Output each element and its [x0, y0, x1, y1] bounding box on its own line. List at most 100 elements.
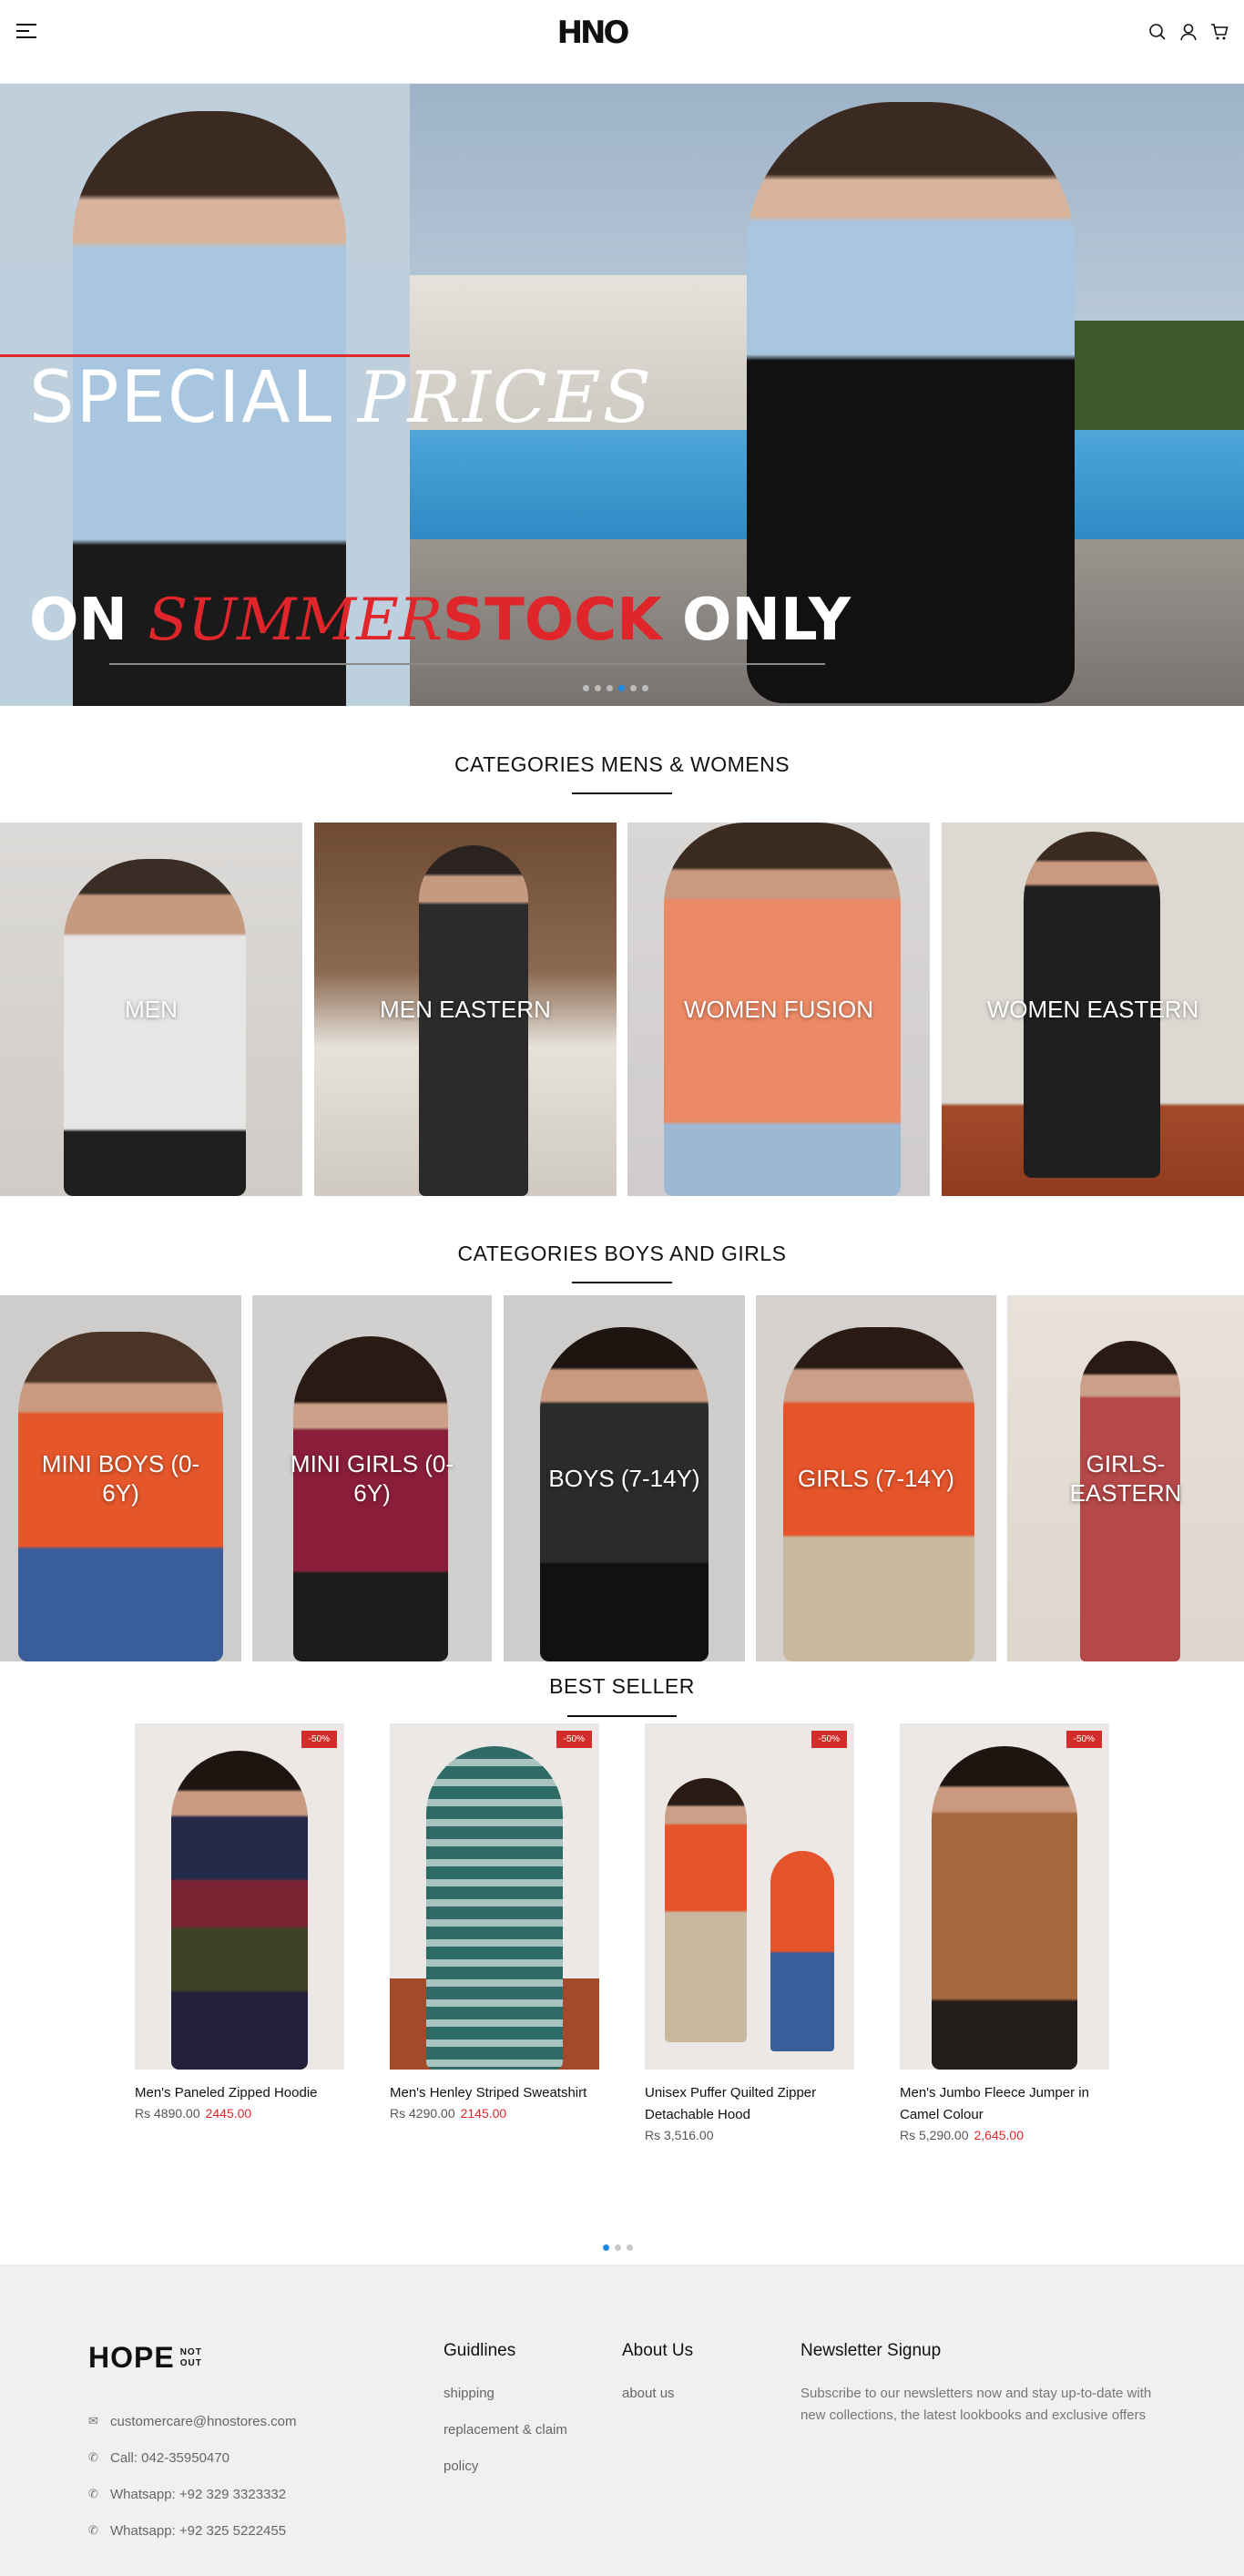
section-title-mens-womens: CATEGORIES MENS & WOMENS — [454, 752, 790, 776]
product-name[interactable]: Unisex Puffer Quilted Zipper Detachable … — [645, 2082, 854, 2126]
category-tile-mini-boys[interactable]: MINI BOYS (0-6Y) — [0, 1295, 241, 1661]
category-label: MEN EASTERN — [380, 996, 551, 1023]
hero-slider-dot[interactable] — [583, 685, 589, 691]
category-label: WOMEN FUSION — [684, 996, 873, 1023]
hero-divider — [109, 663, 825, 665]
category-tile-boys[interactable]: BOYS (7-14Y) — [504, 1295, 745, 1661]
section-underline — [567, 1715, 677, 1717]
product-image[interactable]: -50% — [645, 1723, 854, 2070]
product-card[interactable]: -50% Unisex Puffer Quilted Zipper Detach… — [645, 1723, 854, 2142]
product-price: Rs 4890.00 2445.00 — [135, 2106, 344, 2121]
product-name[interactable]: Men's Henley Striped Sweatshirt — [390, 2082, 599, 2104]
footer-logo-not: NOT — [179, 2346, 202, 2357]
category-tile-mini-girls[interactable]: MINI GIRLS (0-6Y) — [252, 1295, 492, 1661]
category-label: GIRLS-EASTERN — [1069, 1450, 1182, 1507]
footer-logo[interactable]: HOPE NOT OUT — [88, 2341, 202, 2375]
search-icon[interactable] — [1147, 22, 1168, 42]
hero-slider-dot[interactable] — [642, 685, 648, 691]
product-model — [426, 1746, 563, 2070]
discount-badge: -50% — [1066, 1731, 1102, 1748]
section-underline — [572, 792, 672, 794]
category-tile-men-eastern[interactable]: MEN EASTERN — [314, 823, 617, 1196]
discount-badge: -50% — [811, 1731, 847, 1748]
product-image[interactable]: -50% — [135, 1723, 344, 2070]
contact-email[interactable]: ✉ customercare@hnostores.com — [88, 2403, 296, 2439]
product-model — [665, 1778, 747, 2042]
footer-logo-word: HOPE — [88, 2341, 175, 2374]
product-card[interactable]: -50% Men's Jumbo Fleece Jumper in Camel … — [900, 1723, 1109, 2142]
carousel-dot[interactable] — [627, 2244, 633, 2251]
product-card[interactable]: -50% Men's Paneled Zipped Hoodie Rs 4890… — [135, 1723, 344, 2121]
original-price: Rs 4290.00 — [390, 2106, 455, 2121]
footer-link-policy[interactable]: policy — [444, 2456, 567, 2492]
hero-slider-dot[interactable] — [618, 685, 625, 691]
hero-word-prices: PRICES — [357, 357, 653, 439]
hero-word-only: ONLY — [682, 587, 851, 654]
hero-slider-dots — [583, 685, 648, 691]
category-tile-men[interactable]: MEN — [0, 823, 302, 1196]
category-label: MINI BOYS (0-6Y) — [41, 1450, 200, 1507]
carousel-dot[interactable] — [615, 2244, 621, 2251]
tile-model — [540, 1327, 709, 1661]
header-actions — [1147, 22, 1229, 42]
footer-link-about-us[interactable]: about us — [622, 2383, 693, 2419]
category-tile-women-eastern[interactable]: WOMEN EASTERN — [942, 823, 1244, 1196]
site-footer: HOPE NOT OUT ✉ customercare@hnostores.com… — [0, 2264, 1244, 2576]
product-card[interactable]: -50% Men's Henley Striped Sweatshirt Rs … — [390, 1723, 599, 2121]
cart-icon[interactable] — [1209, 22, 1229, 42]
original-price: Rs 5,290.00 — [900, 2128, 969, 2142]
discount-badge: -50% — [301, 1731, 337, 1748]
footer-logo-out: OUT — [179, 2357, 202, 2368]
category-tile-women-fusion[interactable]: WOMEN FUSION — [627, 823, 930, 1196]
hero-banner[interactable]: SPECIAL PRICES ON SUMMERSTOCK ONLY — [0, 84, 1244, 706]
category-label: BOYS (7-14Y) — [548, 1465, 700, 1492]
tile-model — [783, 1327, 974, 1661]
category-label: MINI GIRLS (0-6Y) — [290, 1450, 454, 1507]
user-icon[interactable] — [1178, 22, 1198, 42]
footer-newsletter-text: Subscribe to our newsletters now and sta… — [800, 2386, 1152, 2423]
original-price: Rs 3,516.00 — [645, 2128, 714, 2142]
category-label: GIRLS (7-14Y) — [798, 1465, 954, 1492]
hero-slider-dot[interactable] — [607, 685, 613, 691]
footer-about: About Us about us — [622, 2341, 693, 2419]
section-title-boys-girls: CATEGORIES BOYS AND GIRLS — [457, 1242, 787, 1265]
menu-icon[interactable] — [16, 24, 36, 40]
hero-word-stock: STOCK — [443, 587, 662, 654]
contact-whatsapp-2[interactable]: ✆ Whatsapp: +92 325 5222455 — [88, 2512, 296, 2549]
product-price: Rs 3,516.00 — [645, 2128, 854, 2142]
contact-whatsapp-1-text: Whatsapp: +92 329 3323332 — [110, 2486, 287, 2502]
site-header: HNO — [0, 0, 1244, 84]
discount-badge: -50% — [556, 1731, 592, 1748]
product-image[interactable]: -50% — [390, 1723, 599, 2070]
contact-call[interactable]: ✆ Call: 042-35950470 — [88, 2439, 296, 2476]
mail-icon: ✉ — [88, 2414, 98, 2428]
hero-word-summer: SUMMER — [148, 587, 443, 654]
carousel-dot[interactable] — [603, 2244, 609, 2251]
contact-whatsapp-1[interactable]: ✆ Whatsapp: +92 329 3323332 — [88, 2476, 296, 2512]
section-title-best-seller: BEST SELLER — [549, 1674, 695, 1698]
footer-link-replacement[interactable]: replacement & claim — [444, 2419, 567, 2456]
category-label: MEN — [125, 996, 178, 1023]
category-label: WOMEN EASTERN — [986, 996, 1199, 1023]
contact-email-text: customercare@hnostores.com — [110, 2413, 297, 2429]
hero-word-special: SPECIAL — [29, 357, 334, 439]
product-image[interactable]: -50% — [900, 1723, 1109, 2070]
hero-slider-dot[interactable] — [630, 685, 637, 691]
hero-slider-dot[interactable] — [595, 685, 601, 691]
site-logo[interactable]: HNO — [546, 16, 637, 49]
phone-icon: ✆ — [88, 2523, 98, 2537]
hero-word-on: ON — [29, 587, 127, 654]
category-tile-girls[interactable]: GIRLS (7-14Y) — [756, 1295, 996, 1661]
category-tile-girls-eastern[interactable]: GIRLS-EASTERN — [1007, 1295, 1244, 1661]
product-price: Rs 5,290.00 2,645.00 — [900, 2128, 1109, 2142]
footer-guidelines-title: Guidlines — [444, 2341, 516, 2360]
product-name[interactable]: Men's Jumbo Fleece Jumper in Camel Colou… — [900, 2082, 1109, 2126]
footer-contact: ✉ customercare@hnostores.com ✆ Call: 042-3… — [88, 2403, 296, 2549]
footer-link-shipping[interactable]: shipping — [444, 2383, 567, 2419]
product-name[interactable]: Men's Paneled Zipped Hoodie — [135, 2082, 344, 2104]
product-carousel-dots — [603, 2244, 633, 2251]
hero-subheadline: ON SUMMERSTOCK ONLY — [29, 587, 851, 654]
product-model — [171, 1751, 308, 2070]
phone-icon: ✆ — [88, 2487, 98, 2500]
footer-newsletter-title: Newsletter Signup — [800, 2341, 942, 2360]
